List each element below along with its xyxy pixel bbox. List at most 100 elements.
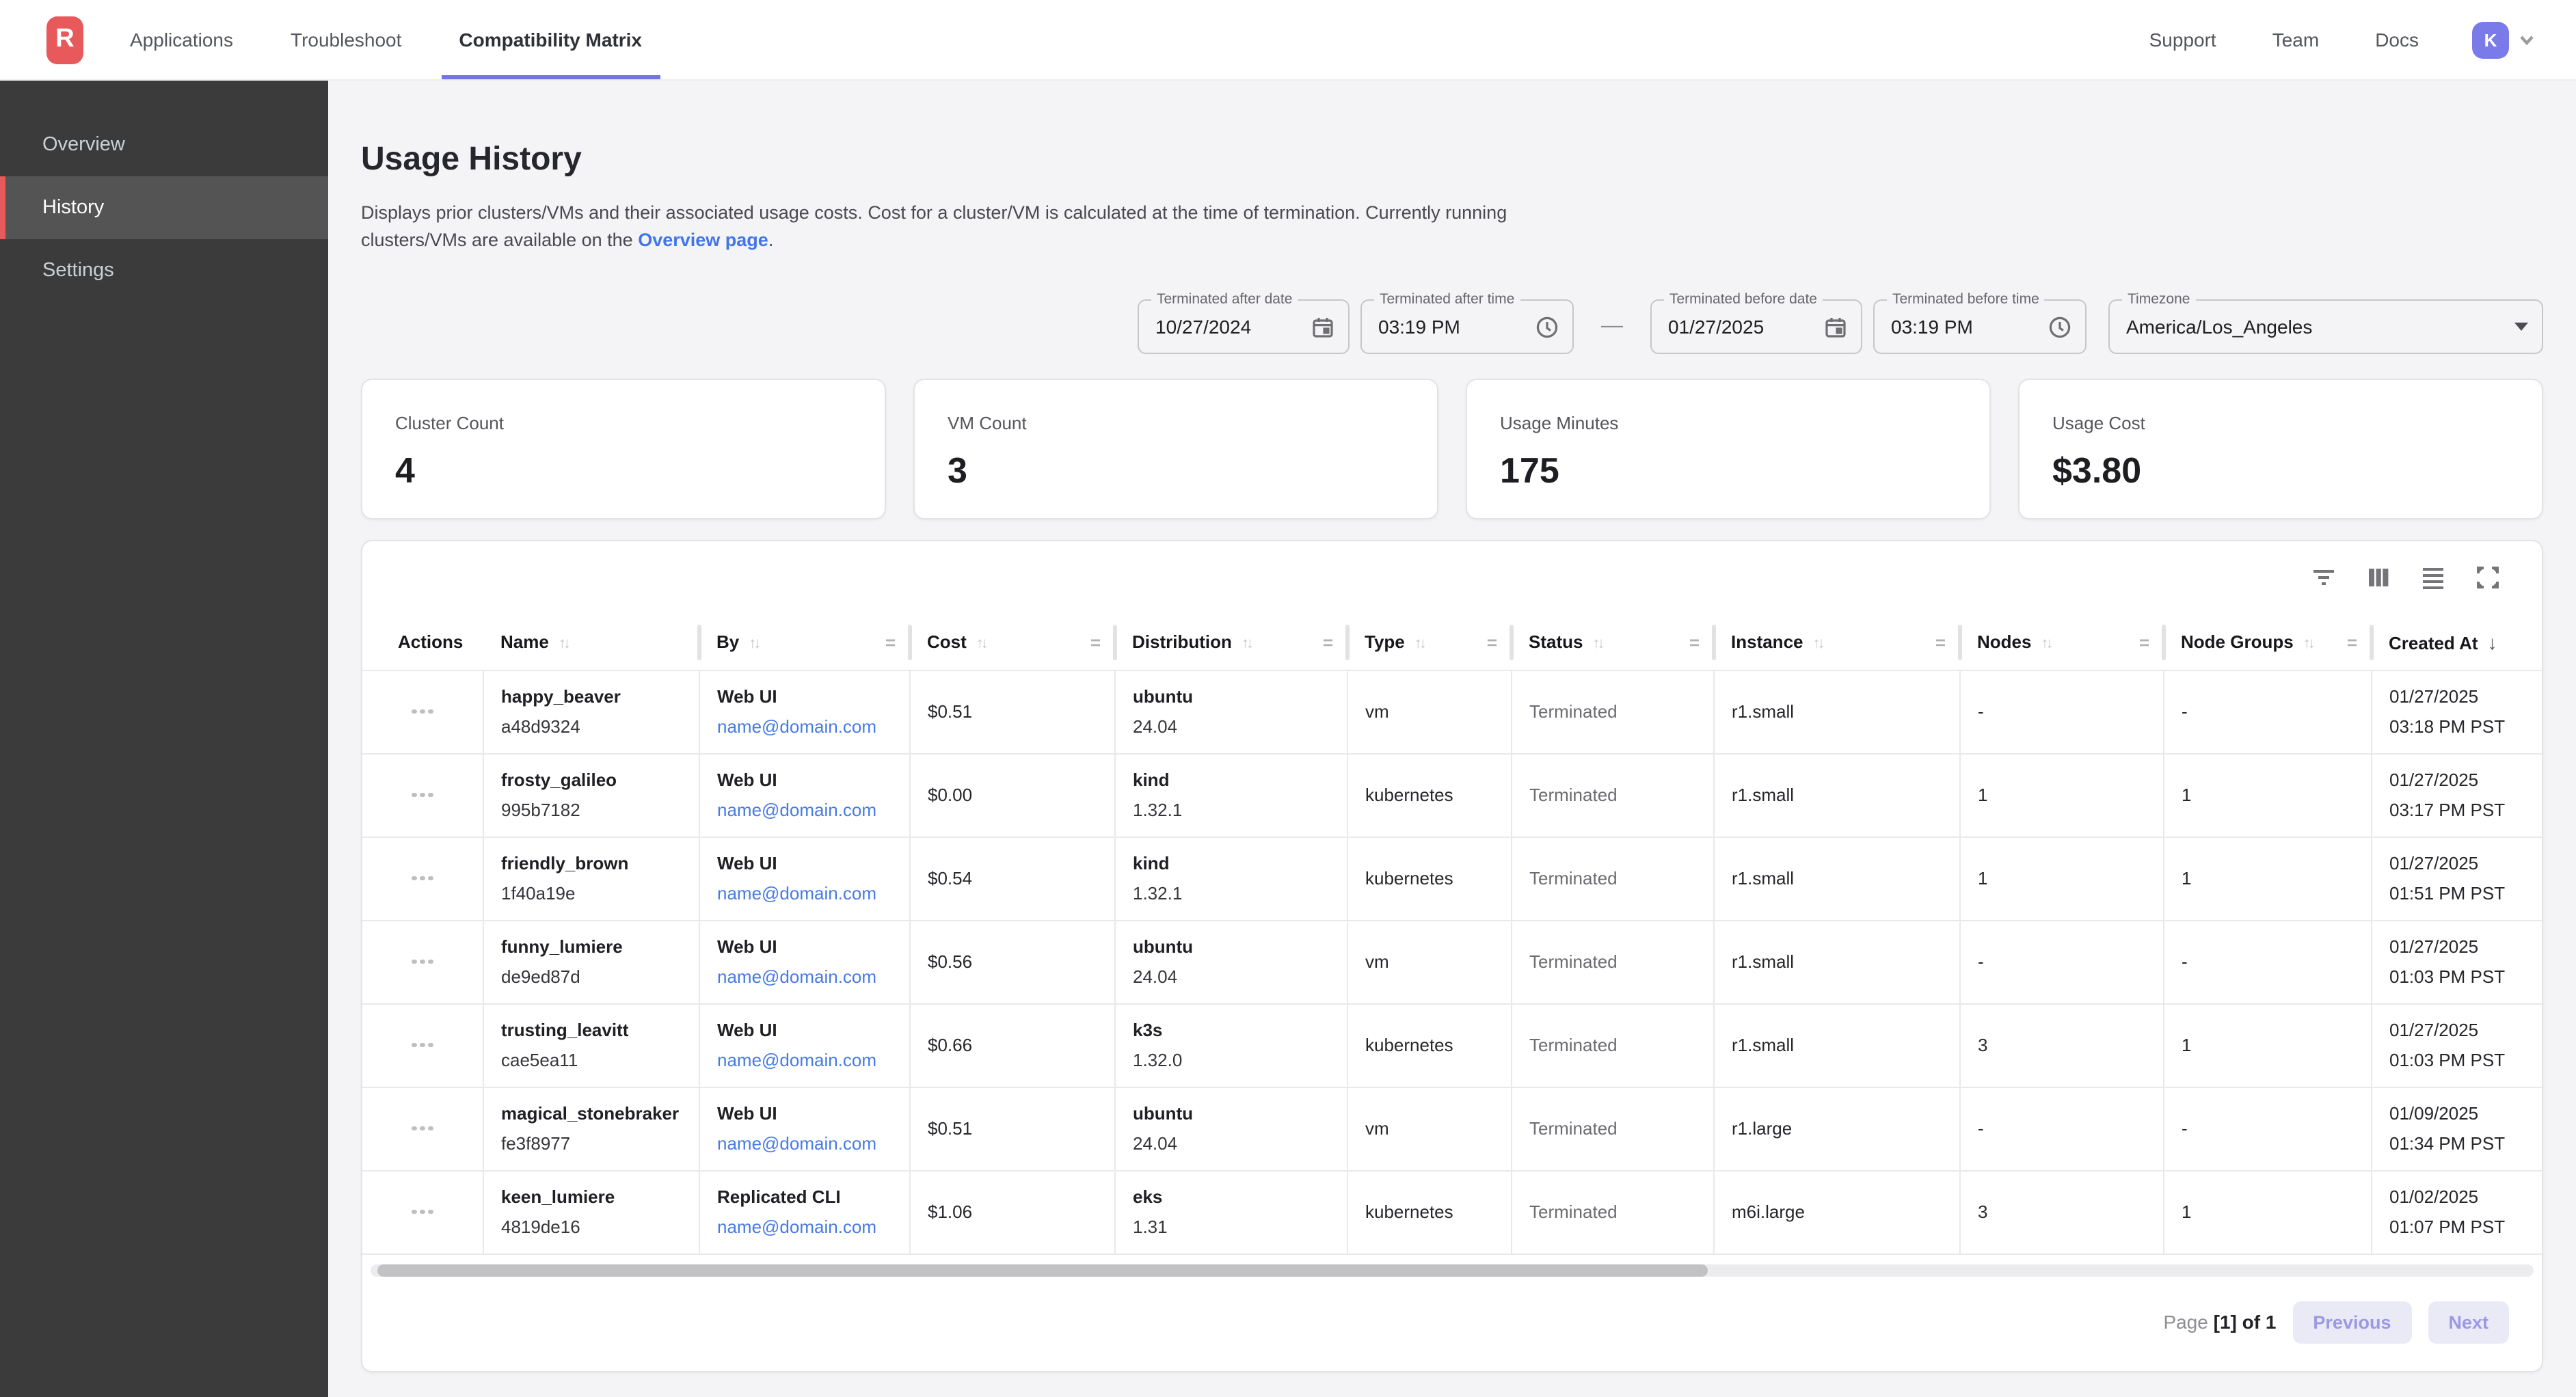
overview-page-link[interactable]: Overview page (638, 230, 768, 250)
nav-link-team[interactable]: Team (2272, 29, 2319, 51)
row-actions-button[interactable] (362, 793, 482, 798)
distribution-version: 24.04 (1133, 716, 1335, 737)
nav-tab-troubleshoot[interactable]: Troubleshoot (291, 0, 401, 79)
row-email-link[interactable]: name@domain.com (717, 1217, 898, 1237)
nav-tab-compatibility-matrix[interactable]: Compatibility Matrix (459, 0, 642, 79)
sort-icon[interactable]: ↑↓ (1414, 636, 1424, 653)
distribution-name: kind (1133, 770, 1335, 790)
row-email-link[interactable]: name@domain.com (717, 1133, 898, 1154)
row-actions-button[interactable] (362, 1126, 482, 1131)
nodes-value: - (1978, 701, 1984, 722)
column-header-name[interactable]: Name↑↓ (483, 615, 699, 670)
sort-icon[interactable]: ↑↓ (2303, 636, 2313, 653)
row-actions-button[interactable] (362, 1043, 482, 1048)
column-header-created-at[interactable]: Created At ↓ (2371, 615, 2543, 670)
density-icon[interactable] (2420, 565, 2446, 591)
cluster-name: frosty_galileo (501, 770, 687, 790)
node-groups-value: 1 (2182, 1202, 2191, 1222)
clock-icon[interactable] (1535, 315, 1559, 338)
calendar-icon[interactable] (1311, 315, 1334, 338)
column-label: Type (1365, 632, 1405, 653)
row-email-link[interactable]: name@domain.com (717, 800, 898, 820)
distribution-version: 24.04 (1133, 1133, 1335, 1154)
column-header-cost[interactable]: Cost↑↓= (909, 615, 1114, 670)
column-label: Created At (2389, 633, 2478, 653)
column-label: Status (1529, 632, 1583, 653)
column-label: Actions (398, 632, 463, 653)
cost-value: $1.06 (928, 1202, 972, 1222)
column-header-node-groups[interactable]: Node Groups↑↓= (2163, 615, 2371, 670)
nodes-value: 1 (1978, 868, 1987, 889)
range-separator: — (1601, 314, 1623, 339)
row-actions-button[interactable] (362, 960, 482, 964)
column-header-by[interactable]: By↑↓= (699, 615, 909, 670)
row-email-link[interactable]: name@domain.com (717, 1050, 898, 1070)
sort-icon[interactable]: ↑↓ (749, 636, 758, 653)
column-resize-handle[interactable]: = (885, 632, 896, 653)
table-row: keen_lumiere4819de16 Replicated CLIname@… (362, 1170, 2543, 1253)
columns-icon[interactable] (2365, 565, 2391, 591)
scrollbar-thumb[interactable] (377, 1264, 1708, 1276)
nav-right: Support Team Docs K (2149, 21, 2535, 58)
column-resize-handle[interactable]: = (2347, 632, 2357, 653)
sort-desc-icon[interactable]: ↓ (2488, 632, 2497, 653)
user-menu[interactable]: K (2472, 21, 2535, 58)
column-resize-handle[interactable]: = (2139, 632, 2149, 653)
column-resize-handle[interactable]: = (1935, 632, 1946, 653)
terminated-before-date-field[interactable]: Terminated before date 01/27/2025 (1650, 299, 1862, 354)
column-header-instance[interactable]: Instance↑↓= (1713, 615, 1959, 670)
sidebar-item-overview[interactable]: Overview (0, 113, 328, 176)
avatar[interactable]: K (2472, 21, 2509, 58)
replicated-logo[interactable]: R (46, 16, 83, 64)
calendar-icon[interactable] (1824, 315, 1847, 338)
timezone-select[interactable]: Timezone America/Los_Angeles (2108, 299, 2543, 354)
column-resize-handle[interactable]: = (1090, 632, 1101, 653)
sort-icon[interactable]: ↑↓ (2041, 636, 2050, 653)
cluster-name: friendly_brown (501, 853, 687, 873)
sort-icon[interactable]: ↑↓ (976, 636, 986, 653)
next-page-button[interactable]: Next (2428, 1301, 2509, 1343)
clock-icon[interactable] (2048, 315, 2071, 338)
sidebar-item-settings[interactable]: Settings (0, 239, 328, 302)
row-actions-button[interactable] (362, 1210, 482, 1215)
column-resize-handle[interactable]: = (1487, 632, 1497, 653)
chevron-down-icon[interactable] (2519, 31, 2535, 48)
sort-icon[interactable]: ↑↓ (1592, 636, 1602, 653)
sort-icon[interactable]: ↑↓ (559, 636, 568, 653)
terminated-before-time-field[interactable]: Terminated before time 03:19 PM (1873, 299, 2087, 354)
fullscreen-icon[interactable] (2475, 565, 2501, 591)
column-resize-handle[interactable]: = (1323, 632, 1333, 653)
nav-link-docs[interactable]: Docs (2375, 29, 2419, 51)
terminated-after-time-field[interactable]: Terminated after time 03:19 PM (1360, 299, 1574, 354)
row-email-link[interactable]: name@domain.com (717, 883, 898, 904)
horizontal-scrollbar[interactable] (371, 1264, 2534, 1276)
terminated-after-date-field[interactable]: Terminated after date 10/27/2024 (1138, 299, 1350, 354)
column-header-nodes[interactable]: Nodes↑↓= (1959, 615, 2163, 670)
row-actions-button[interactable] (362, 709, 482, 714)
distribution-version: 1.32.0 (1133, 1050, 1335, 1070)
distribution-name: kind (1133, 853, 1335, 873)
dropdown-arrow-icon[interactable] (2514, 323, 2528, 331)
previous-page-button[interactable]: Previous (2292, 1301, 2411, 1343)
filter-icon[interactable] (2311, 565, 2337, 591)
column-header-type[interactable]: Type ↑↓ = (1347, 615, 1511, 670)
sort-icon[interactable]: ↑↓ (1242, 636, 1251, 653)
row-email-link[interactable]: name@domain.com (717, 716, 898, 737)
sidebar-item-history[interactable]: History (0, 176, 328, 239)
status-badge: Terminated (1529, 951, 1618, 972)
type-value: vm (1365, 951, 1389, 972)
sort-icon[interactable]: ↑↓ (1813, 636, 1823, 653)
cluster-id: 4819de16 (501, 1217, 687, 1237)
instance-value: r1.small (1732, 785, 1794, 805)
distribution-name: k3s (1133, 1020, 1335, 1040)
column-header-status[interactable]: Status ↑↓ = (1511, 615, 1713, 670)
page-description: Displays prior clusters/VMs and their as… (361, 200, 2543, 254)
nav-link-support[interactable]: Support (2149, 29, 2216, 51)
nav-tabs: Applications Troubleshoot Compatibility … (130, 0, 642, 79)
cluster-id: 1f40a19e (501, 883, 687, 904)
row-actions-button[interactable] (362, 876, 482, 881)
column-resize-handle[interactable]: = (1689, 632, 1700, 653)
row-email-link[interactable]: name@domain.com (717, 966, 898, 987)
column-header-distribution[interactable]: Distribution↑↓= (1114, 615, 1347, 670)
nav-tab-applications[interactable]: Applications (130, 0, 233, 79)
